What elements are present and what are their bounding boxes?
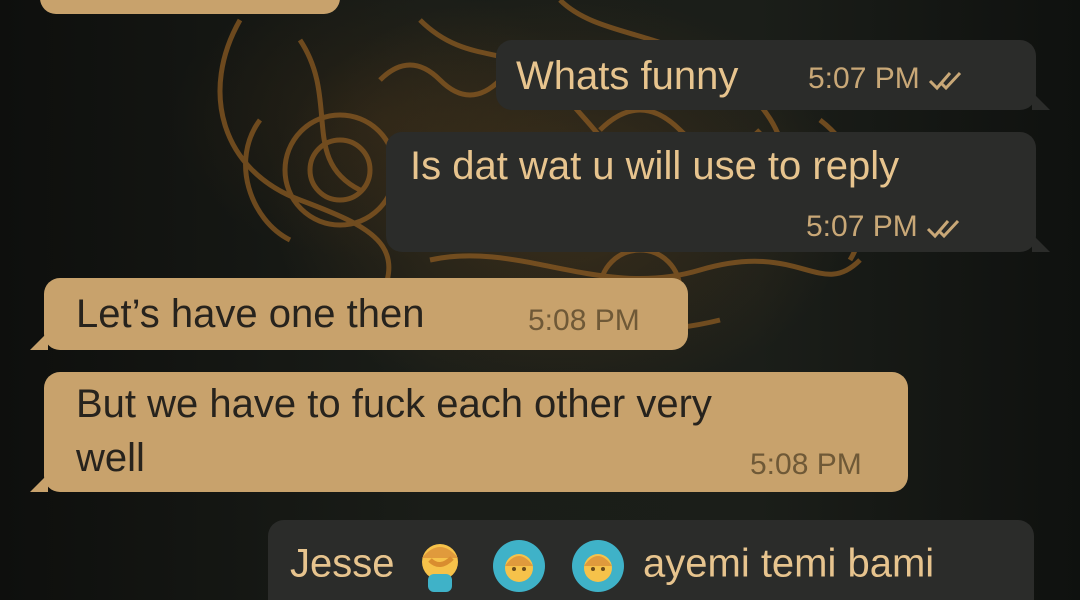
message-time: 5:07 PM xyxy=(806,210,966,244)
message-text-line2: well xyxy=(76,436,145,480)
message-time: 5:07 PM xyxy=(808,62,968,96)
incoming-message-bubble[interactable]: But we have to fuck each other very well… xyxy=(30,372,908,492)
message-text: Let’s have one then xyxy=(76,292,425,336)
message-text: Is dat wat u will use to reply xyxy=(410,144,900,188)
outgoing-message-bubble[interactable]: Jesse ayemi temi bami xyxy=(268,520,1034,600)
outgoing-message-bubble[interactable]: Is dat wat u will use to reply 5:07 PM xyxy=(386,132,1050,252)
message-text: Jesse ayemi temi bami xyxy=(290,536,934,596)
message-time: 5:08 PM xyxy=(750,448,862,481)
message-text-line1: But we have to fuck each other very xyxy=(76,382,712,426)
incoming-bubble-partial[interactable] xyxy=(40,0,340,14)
double-check-icon xyxy=(926,220,959,239)
message-time: 5:08 PM xyxy=(528,304,640,337)
woman-gesturing-ok-emoji xyxy=(571,540,624,592)
outgoing-message-bubble[interactable]: Whats funny 5:07 PM xyxy=(496,40,1050,110)
double-check-icon xyxy=(928,72,961,91)
woman-gesturing-ok-emoji xyxy=(492,540,545,592)
incoming-message-bubble[interactable]: Let’s have one then 5:08 PM xyxy=(30,278,688,350)
woman-facepalming-emoji xyxy=(421,544,458,592)
message-text: Whats funny xyxy=(516,54,739,98)
